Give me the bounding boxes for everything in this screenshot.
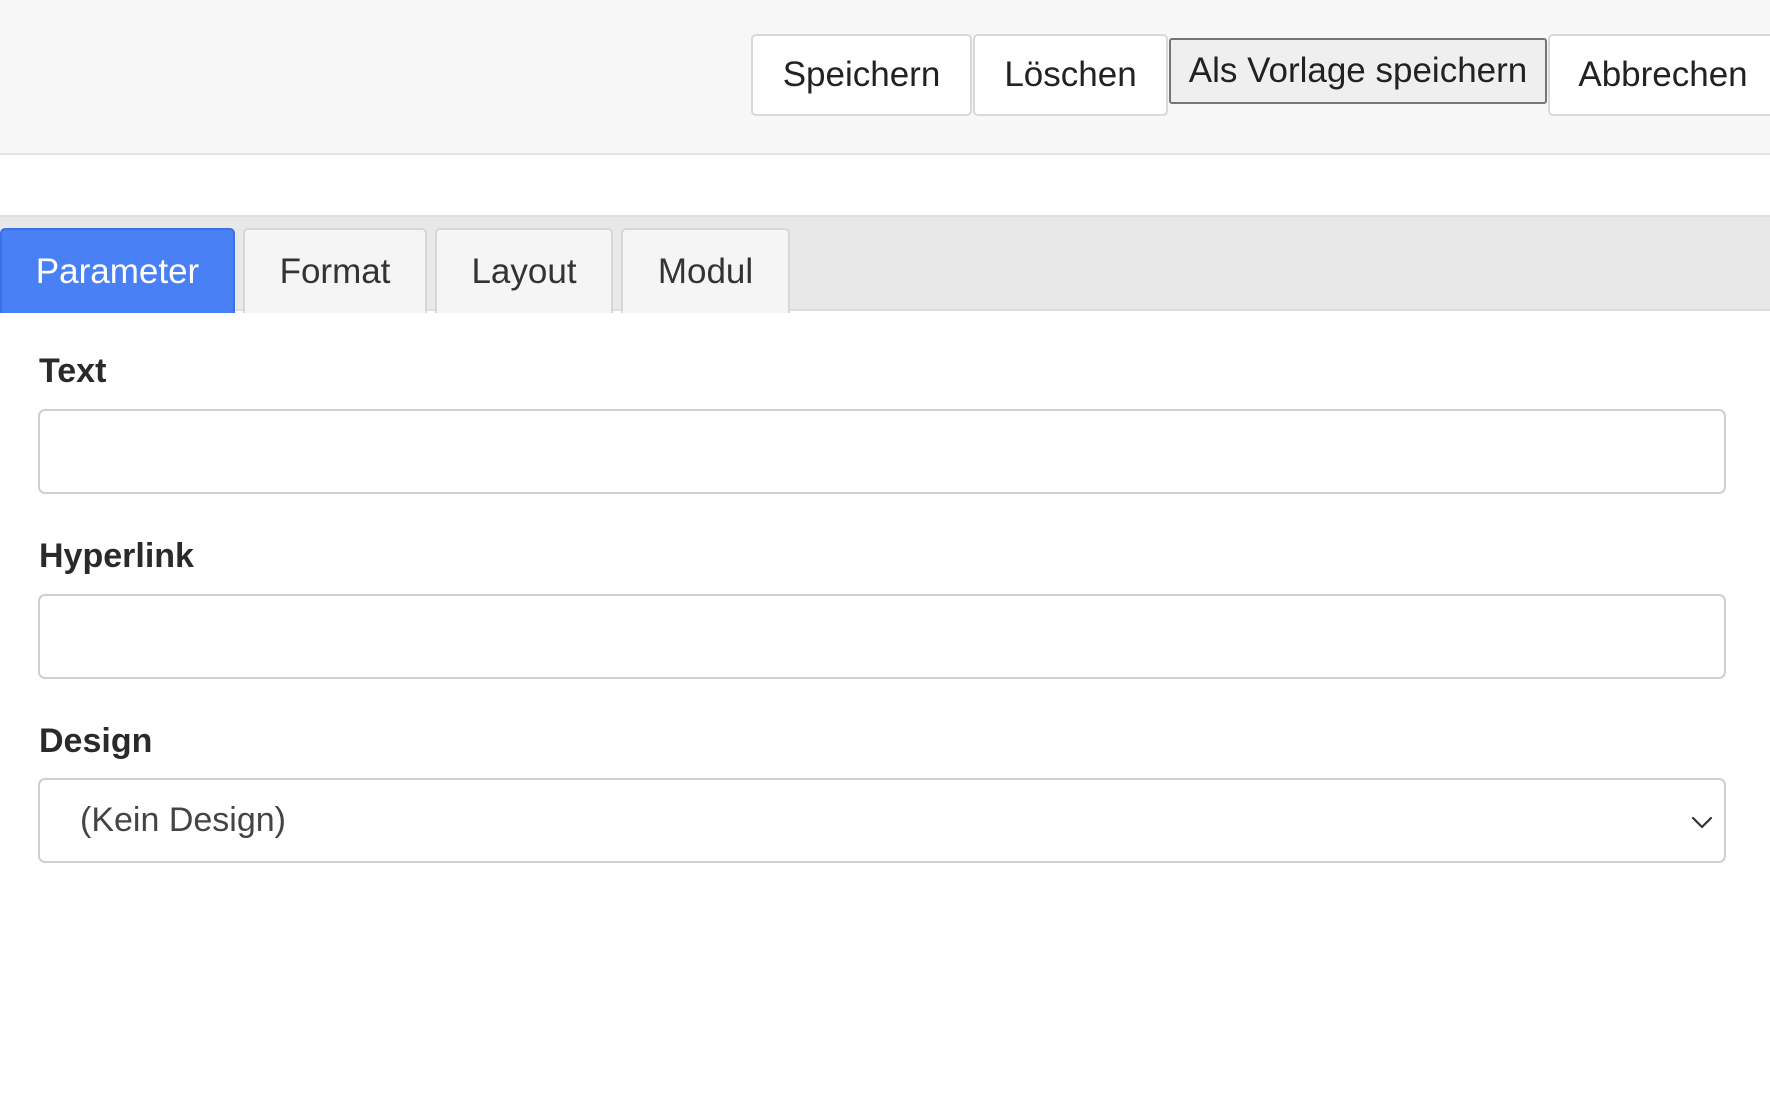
tab-format[interactable]: Format [243,228,427,313]
action-toolbar: Speichern Löschen Als Vorlage speichern … [0,0,1770,155]
tab-layout[interactable]: Layout [435,228,613,313]
chevron-down-icon [1691,816,1713,829]
hyperlink-field-label: Hyperlink [39,537,194,575]
text-field-label: Text [39,352,107,390]
design-select-value: (Kein Design) [80,801,286,839]
hyperlink-input[interactable] [38,594,1726,679]
tab-bar: Parameter Format Layout Modul [0,215,1770,313]
tab-parameter[interactable]: Parameter [0,228,235,313]
delete-button[interactable]: Löschen [973,34,1168,116]
save-button[interactable]: Speichern [751,34,972,116]
save-as-template-button[interactable]: Als Vorlage speichern [1169,38,1547,104]
text-input[interactable] [38,409,1726,494]
tab-modul[interactable]: Modul [621,228,790,313]
cancel-button[interactable]: Abbrechen [1548,34,1770,116]
design-select[interactable]: (Kein Design) [38,778,1726,863]
design-field-label: Design [39,722,153,760]
